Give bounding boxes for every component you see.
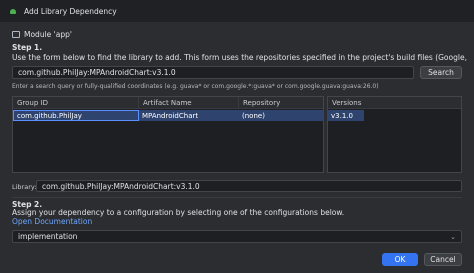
- ok-button[interactable]: OK: [382, 253, 418, 266]
- column-header-group-id[interactable]: Group ID: [13, 97, 139, 108]
- chevron-down-icon: ⌄: [450, 232, 456, 241]
- cell-repository[interactable]: (none): [239, 110, 323, 121]
- configuration-value: implementation: [18, 232, 78, 241]
- versions-list[interactable]: Versions v3.1.0: [327, 96, 462, 173]
- step1-title: Step 1.: [12, 43, 43, 52]
- divider: [12, 197, 462, 198]
- search-button[interactable]: Search: [420, 66, 462, 79]
- module-row: Module 'app': [12, 30, 72, 39]
- step1-description: Use the form below to find the library t…: [12, 53, 468, 62]
- results-table[interactable]: Group ID Artifact Name Repository com.gi…: [12, 96, 324, 173]
- results-table-header: Group ID Artifact Name Repository: [13, 97, 323, 109]
- module-label: Module 'app': [24, 30, 72, 39]
- title-bar: Add Library Dependency: [0, 0, 474, 22]
- cell-group-id[interactable]: com.github.PhilJay: [13, 110, 139, 121]
- cell-artifact-name[interactable]: MPAndroidChart: [139, 110, 239, 121]
- android-icon: [8, 6, 18, 16]
- search-hint: Enter a search query or fully-qualified …: [12, 83, 379, 90]
- column-header-repository[interactable]: Repository: [239, 97, 323, 108]
- version-item[interactable]: v3.1.0: [328, 110, 364, 121]
- module-folder-icon: [12, 31, 20, 38]
- step2-description: Assign your dependency to a configuratio…: [12, 208, 345, 217]
- search-input[interactable]: com.github.PhilJay:MPAndroidChart:v3.1.0: [12, 66, 414, 79]
- library-label: Library:: [12, 183, 37, 191]
- open-documentation-link[interactable]: Open Documentation: [12, 217, 92, 226]
- library-field[interactable]: com.github.PhilJay:MPAndroidChart:v3.1.0: [36, 180, 462, 192]
- versions-header: Versions: [328, 97, 461, 109]
- column-header-artifact-name[interactable]: Artifact Name: [139, 97, 239, 108]
- table-row[interactable]: com.github.PhilJay MPAndroidChart (none): [13, 110, 323, 121]
- window-title: Add Library Dependency: [24, 6, 117, 16]
- configuration-dropdown[interactable]: implementation ⌄: [12, 230, 462, 243]
- versions-header-label: Versions: [332, 98, 362, 107]
- cancel-button[interactable]: Cancel: [424, 253, 462, 266]
